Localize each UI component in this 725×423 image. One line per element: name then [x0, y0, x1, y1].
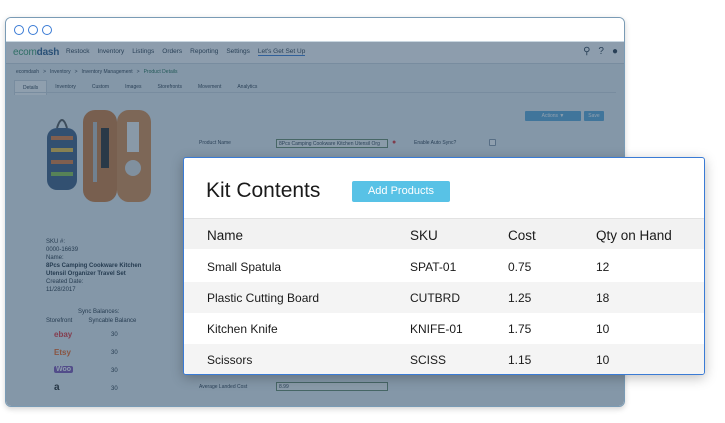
ecomdash-logo[interactable]: ecomdash	[13, 47, 59, 58]
kit-contents-card: Kit Contents Add Products Name SKU Cost …	[183, 157, 705, 375]
auto-sync-checkbox[interactable]	[489, 139, 496, 146]
nav-right-icons: ⚲ ? ●	[583, 46, 618, 57]
cell-name: Scissors	[207, 353, 253, 367]
top-navbar: ecomdash Restock Inventory Listings Orde…	[6, 42, 624, 64]
sync-header: Storefront Syncable Balance	[46, 318, 137, 324]
amazon-balance: 30	[111, 386, 118, 392]
table-row[interactable]: Small Spatula SPAT-01 0.75 12	[184, 251, 704, 282]
window-close-dot[interactable]	[14, 25, 24, 35]
product-name-input[interactable]: 8Pcs Camping Cookware Kitchen Utensil Or…	[276, 139, 388, 148]
tab-divider	[14, 92, 616, 93]
breadcrumb-inventory-management[interactable]: Inventory Management	[82, 69, 133, 75]
cell-cost: 1.75	[508, 322, 532, 336]
kit-table-header: Name SKU Cost Qty on Hand	[184, 218, 704, 249]
column-cost[interactable]: Cost	[508, 228, 536, 243]
required-marker: ●	[392, 139, 397, 146]
user-icon[interactable]: ●	[612, 46, 618, 57]
product-name-line2: Utensil Organizer Travel Set	[46, 271, 126, 277]
cell-cost: 1.25	[508, 291, 532, 305]
nav-restock[interactable]: Restock	[66, 48, 89, 56]
window-minimize-dot[interactable]	[28, 25, 38, 35]
cell-qty: 10	[596, 322, 610, 336]
cell-name: Kitchen Knife	[207, 322, 278, 336]
nav-settings[interactable]: Settings	[226, 48, 250, 56]
auto-sync-label: Enable Auto Sync?	[414, 140, 457, 146]
woocommerce-logo: Woo	[54, 366, 74, 373]
column-qty-on-hand[interactable]: Qty on Hand	[596, 228, 672, 243]
nav-listings[interactable]: Listings	[132, 48, 154, 56]
column-name[interactable]: Name	[207, 228, 243, 243]
actions-button[interactable]: Actions ▼	[525, 111, 581, 121]
product-sku: 0000-16639	[46, 247, 79, 253]
cell-name: Plastic Cutting Board	[207, 291, 320, 305]
cell-sku: KNIFE-01	[410, 322, 463, 336]
amazon-logo: a	[54, 382, 60, 393]
cell-qty: 12	[596, 260, 610, 274]
nav-inventory[interactable]: Inventory	[97, 48, 124, 56]
nav-reporting[interactable]: Reporting	[190, 48, 218, 56]
product-name-label: Product Name	[199, 140, 231, 146]
cell-sku: SCISS	[410, 353, 447, 367]
product-created-date: 11/28/2017	[46, 287, 76, 293]
cell-name: Small Spatula	[207, 260, 282, 274]
save-button[interactable]: Save	[584, 111, 604, 121]
table-row[interactable]: Scissors SCISS 1.15 10	[184, 344, 704, 374]
breadcrumb-ecomdash[interactable]: ecomdash	[16, 69, 39, 75]
woocommerce-balance: 30	[111, 368, 118, 374]
cell-qty: 10	[596, 353, 610, 367]
avg-landed-cost-label: Average Landed Cost	[199, 384, 248, 390]
breadcrumb: ecomdash > Inventory > Inventory Managem…	[16, 69, 178, 75]
add-products-button[interactable]: Add Products	[352, 181, 450, 202]
help-icon[interactable]: ?	[598, 46, 604, 57]
breadcrumb-product-details: Product Details	[143, 69, 178, 75]
window-maximize-dot[interactable]	[42, 25, 52, 35]
etsy-balance: 30	[111, 350, 118, 356]
window-titlebar	[6, 18, 624, 42]
product-image	[47, 110, 151, 202]
nav-orders[interactable]: Orders	[162, 48, 182, 56]
main-nav: Restock Inventory Listings Orders Report…	[66, 48, 306, 56]
breadcrumb-inventory[interactable]: Inventory	[50, 69, 71, 75]
ebay-logo: ebay	[54, 330, 73, 339]
table-row[interactable]: Kitchen Knife KNIFE-01 1.75 10	[184, 313, 704, 344]
search-icon[interactable]: ⚲	[583, 46, 590, 57]
product-summary: SKU #: 0000-16639 Name: 8Pcs Camping Coo…	[46, 239, 142, 293]
nav-lets-get-set-up[interactable]: Let's Get Set Up	[257, 48, 306, 56]
cell-cost: 1.15	[508, 353, 532, 367]
column-sku[interactable]: SKU	[410, 228, 438, 243]
kit-contents-title: Kit Contents	[206, 179, 321, 202]
cell-cost: 0.75	[508, 260, 532, 274]
avg-landed-cost-input[interactable]: 8.99	[276, 382, 388, 391]
ebay-balance: 30	[111, 332, 118, 338]
etsy-logo: Etsy	[54, 348, 71, 357]
product-name-line1: 8Pcs Camping Cookware Kitchen	[46, 263, 142, 269]
cell-sku: SPAT-01	[410, 260, 457, 274]
cell-sku: CUTBRD	[410, 291, 460, 305]
table-row[interactable]: Plastic Cutting Board CUTBRD 1.25 18	[184, 282, 704, 313]
cell-qty: 18	[596, 291, 610, 305]
sync-balances-title: Sync Balances:	[78, 309, 120, 315]
